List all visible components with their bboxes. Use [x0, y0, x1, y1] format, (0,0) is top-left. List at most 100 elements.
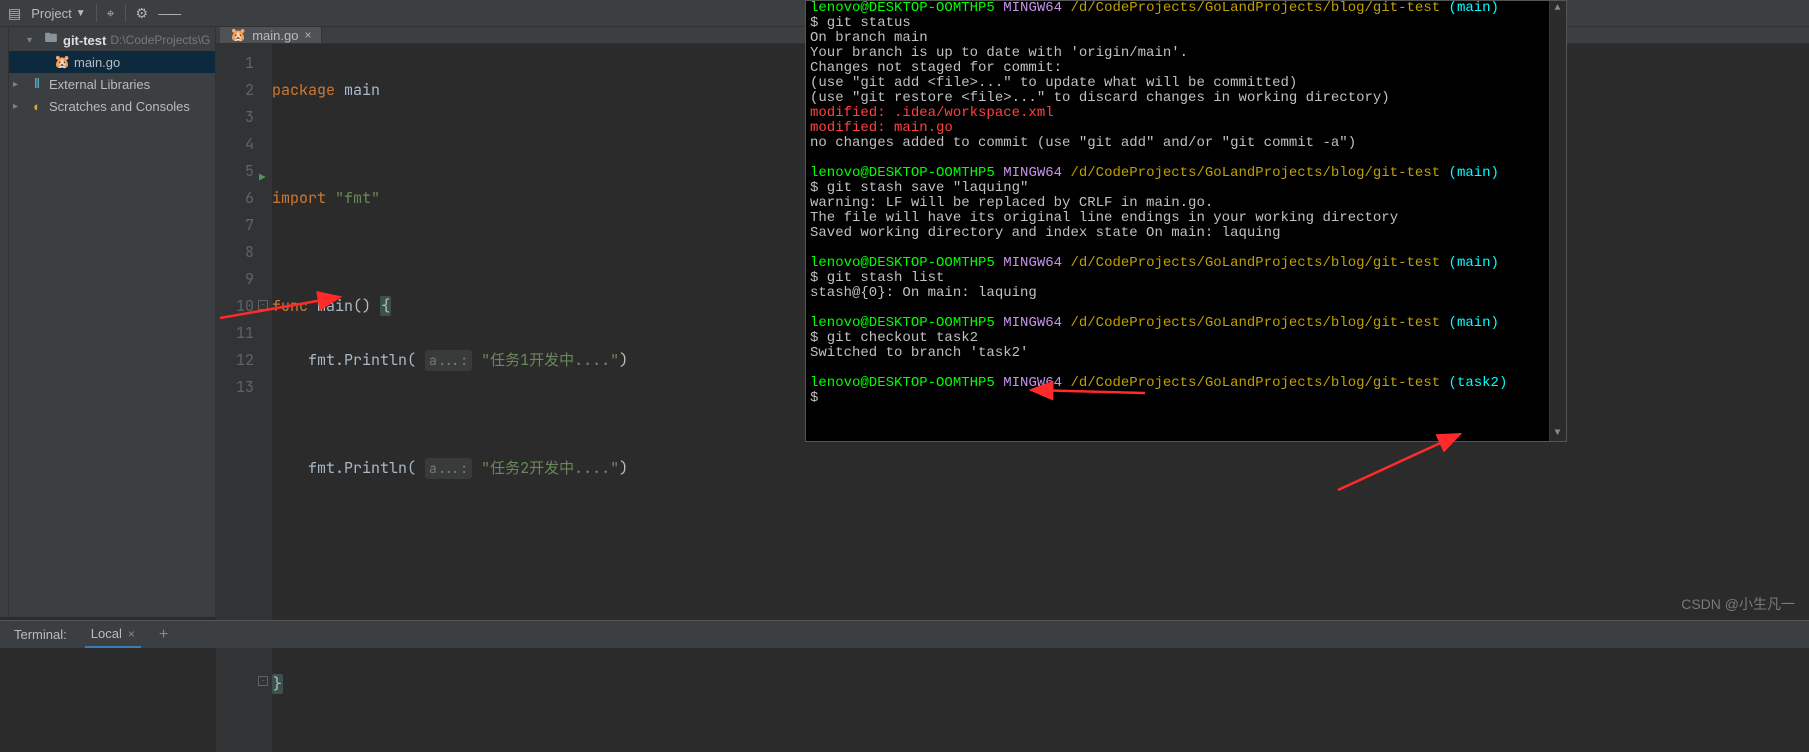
tree-scratches[interactable]: ▸ ◐ Scratches and Consoles	[9, 95, 215, 117]
run-icon[interactable]: ▶	[259, 165, 266, 192]
tree-external-libs[interactable]: ▸ ⫴ External Libraries	[9, 73, 215, 95]
term-line: stash@{0}: On main: laquing	[810, 286, 1562, 301]
term-line	[810, 241, 1562, 256]
ext-lib-label: External Libraries	[49, 77, 150, 92]
tab-main-go[interactable]: 🐹 main.go ×	[220, 27, 322, 43]
term-line: lenovo@DESKTOP-OOMTHP5 MINGW64 /d/CodePr…	[810, 1, 1562, 16]
go-file-icon: 🐹	[230, 27, 246, 43]
project-dropdown[interactable]: Project ▼	[31, 6, 85, 21]
kw: func	[272, 296, 308, 316]
left-gutter	[0, 27, 9, 617]
term-line: Your branch is up to date with 'origin/m…	[810, 46, 1562, 61]
term-line	[810, 301, 1562, 316]
term-line	[810, 361, 1562, 376]
close-icon[interactable]: ×	[304, 28, 311, 42]
str: "任务1开发中...."	[481, 350, 619, 370]
kw: package	[272, 80, 335, 100]
term-line: no changes added to commit (use "git add…	[810, 136, 1562, 151]
project-icon: ▤	[8, 5, 21, 22]
term-line: modified: .idea/workspace.xml	[810, 106, 1562, 121]
scroll-down-icon[interactable]: ▼	[1550, 426, 1565, 441]
watermark: CSDN @小生凡一	[1681, 594, 1795, 614]
file-tree: ▾ 🖿 git-test D:\CodeProjects\G 🐹 main.go…	[9, 27, 215, 117]
line-no: 13	[216, 374, 254, 401]
term-line: $ git stash list	[810, 271, 1562, 286]
line-no: 9	[216, 266, 254, 293]
tab-label: Local	[91, 626, 122, 641]
kw: import	[272, 188, 326, 208]
root-path: D:\CodeProjects\G	[110, 33, 210, 47]
ident: main	[344, 80, 380, 100]
collapse-icon[interactable]: ——	[158, 5, 176, 21]
line-no: 6	[216, 185, 254, 212]
line-no: 11	[216, 320, 254, 347]
str: "fmt"	[335, 188, 380, 208]
fold-icon[interactable]: −	[258, 300, 268, 310]
add-terminal-button[interactable]: +	[159, 626, 168, 644]
call: fmt.Println(	[308, 350, 416, 370]
term-line	[810, 151, 1562, 166]
file-label: main.go	[74, 55, 120, 70]
term-line: (use "git restore <file>..." to discard …	[810, 91, 1562, 106]
line-no: 5	[216, 158, 254, 185]
tree-root[interactable]: ▾ 🖿 git-test D:\CodeProjects\G	[9, 29, 215, 51]
term-line: Changes not staged for commit:	[810, 61, 1562, 76]
term-line: Switched to branch 'task2'	[810, 346, 1562, 361]
chevron-down-icon: ▼	[76, 8, 86, 19]
fn-name: main	[317, 296, 353, 316]
close-icon[interactable]: ×	[128, 627, 135, 641]
chevron-right-icon: ▸	[13, 101, 25, 112]
term-line: On branch main	[810, 31, 1562, 46]
bottom-toolwindow-bar: Terminal: Local × +	[0, 620, 1809, 648]
project-label: Project	[31, 6, 71, 21]
term-line: $ git checkout task2	[810, 331, 1562, 346]
scratches-icon: ◐	[29, 99, 45, 114]
scrollbar[interactable]: ▲ ▼	[1549, 1, 1566, 441]
term-line: lenovo@DESKTOP-OOMTHP5 MINGW64 /d/CodePr…	[810, 376, 1562, 391]
terminal-tab-local[interactable]: Local ×	[85, 621, 141, 648]
term-line: lenovo@DESKTOP-OOMTHP5 MINGW64 /d/CodePr…	[810, 256, 1562, 271]
line-no: 7	[216, 212, 254, 239]
line-no: 10	[216, 293, 254, 320]
chevron-down-icon: ▾	[27, 35, 39, 46]
gear-icon[interactable]: ⚙	[136, 5, 149, 22]
tree-file-main[interactable]: 🐹 main.go	[9, 51, 215, 73]
term-line: $ git status	[810, 16, 1562, 31]
scroll-up-icon[interactable]: ▲	[1550, 1, 1565, 16]
call: fmt.Println(	[308, 458, 416, 478]
separator	[125, 4, 126, 22]
project-panel: ▾ 🖿 git-test D:\CodeProjects\G 🐹 main.go…	[9, 27, 216, 617]
param-hint: a...:	[425, 458, 472, 479]
term-line: modified: main.go	[810, 121, 1562, 136]
term-line: (use "git add <file>..." to update what …	[810, 76, 1562, 91]
root-name: git-test	[63, 33, 106, 48]
term-line: The file will have its original line end…	[810, 211, 1562, 226]
folder-icon: 🖿	[43, 29, 59, 51]
term-line: lenovo@DESKTOP-OOMTHP5 MINGW64 /d/CodePr…	[810, 316, 1562, 331]
paren: )	[619, 458, 628, 478]
chevron-right-icon: ▸	[13, 79, 25, 90]
term-line: $ git stash save "laquing"	[810, 181, 1562, 196]
brace: }	[272, 674, 283, 694]
term-line: lenovo@DESKTOP-OOMTHP5 MINGW64 /d/CodePr…	[810, 166, 1562, 181]
tab-label: main.go	[252, 28, 298, 43]
term-line: warning: LF will be replaced by CRLF in …	[810, 196, 1562, 211]
terminal[interactable]: lenovo@DESKTOP-OOMTHP5 MINGW64 /d/CodePr…	[805, 0, 1567, 442]
term-line: Saved working directory and index state …	[810, 226, 1562, 241]
line-no: 4	[216, 131, 254, 158]
fold-icon[interactable]: −	[258, 676, 268, 686]
line-no: 2	[216, 77, 254, 104]
str: "任务2开发中...."	[481, 458, 619, 478]
paren: )	[619, 350, 628, 370]
term-line: $	[810, 391, 1562, 406]
paren: () {	[353, 296, 391, 316]
terminal-label: Terminal:	[14, 627, 67, 642]
libraries-icon: ⫴	[29, 76, 45, 92]
line-no: 8	[216, 239, 254, 266]
scratches-label: Scratches and Consoles	[49, 99, 190, 114]
line-no: 1	[216, 50, 254, 77]
target-icon[interactable]: ⌖	[107, 5, 115, 22]
line-no: 3	[216, 104, 254, 131]
go-file-icon: 🐹	[54, 54, 70, 70]
param-hint: a...:	[425, 350, 472, 371]
